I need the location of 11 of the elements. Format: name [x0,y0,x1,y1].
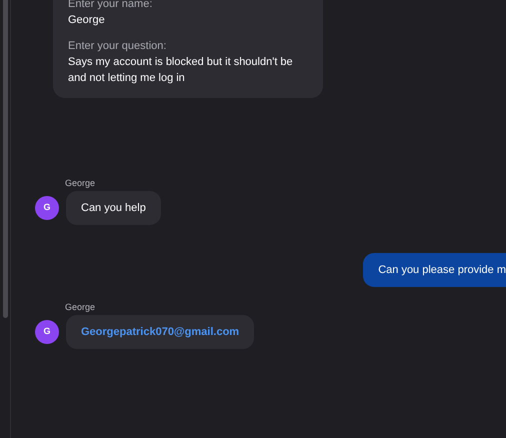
sender-name: George [65,302,96,313]
email-link[interactable]: Georgepatrick070@gmail.com [81,326,240,338]
avatar: G [35,196,59,220]
field-value: George [68,13,106,28]
avatar: G [35,320,59,344]
field-label: Enter your question: [68,39,168,54]
scrollbar-thumb[interactable] [2,0,8,318]
message-text: Can you help [81,202,146,214]
message-bubble: Can you please provide m [363,253,506,287]
field-value: Says my account is blocked but it shouldn't be and not letting me log in [68,55,294,86]
sender-name: George [65,178,96,189]
